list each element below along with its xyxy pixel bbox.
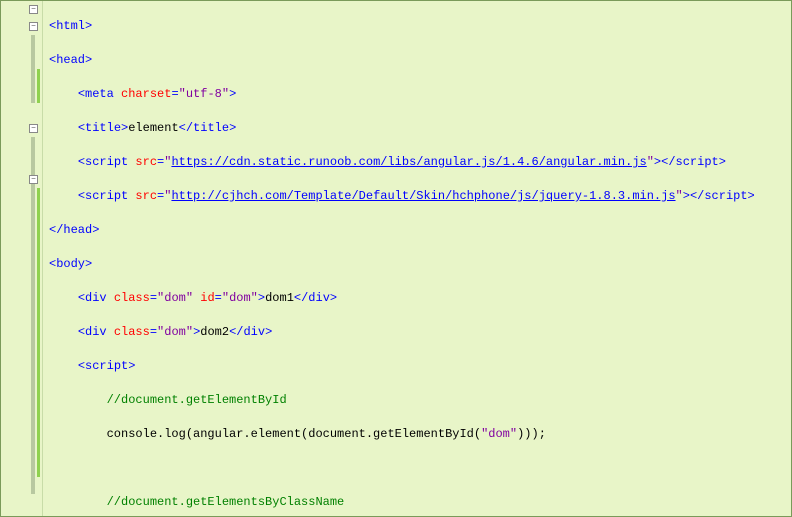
change-bar	[37, 69, 40, 103]
code-line: <html>	[49, 18, 785, 35]
code-editor[interactable]: − − − − <html> <head> <meta charset="utf…	[0, 0, 792, 517]
gutter: − − − −	[1, 1, 43, 516]
fold-bar	[31, 137, 35, 494]
code-area[interactable]: <html> <head> <meta charset="utf-8"> <ti…	[43, 1, 791, 516]
code-line: <div class="dom" id="dom">dom1</div>	[49, 290, 785, 307]
fold-bar	[31, 35, 35, 103]
code-line: //document.getElementsByClassName	[49, 494, 785, 511]
code-line: <title>element</title>	[49, 120, 785, 137]
fold-minus-icon[interactable]: −	[29, 175, 38, 184]
code-line: <meta charset="utf-8">	[49, 86, 785, 103]
code-line: <head>	[49, 52, 785, 69]
fold-minus-icon[interactable]: −	[29, 22, 38, 31]
code-line: <body>	[49, 256, 785, 273]
code-line: //document.getElementById	[49, 392, 785, 409]
code-line: <div class="dom">dom2</div>	[49, 324, 785, 341]
code-line: <script src="https://cdn.static.runoob.c…	[49, 154, 785, 171]
change-bar	[37, 188, 40, 477]
fold-minus-icon[interactable]: −	[29, 5, 38, 14]
code-line: console.log(angular.element(document.get…	[49, 426, 785, 443]
code-line: </head>	[49, 222, 785, 239]
code-line: <script>	[49, 358, 785, 375]
fold-minus-icon[interactable]: −	[29, 124, 38, 133]
code-line: <script src="http://cjhch.com/Template/D…	[49, 188, 785, 205]
code-line	[49, 460, 785, 477]
